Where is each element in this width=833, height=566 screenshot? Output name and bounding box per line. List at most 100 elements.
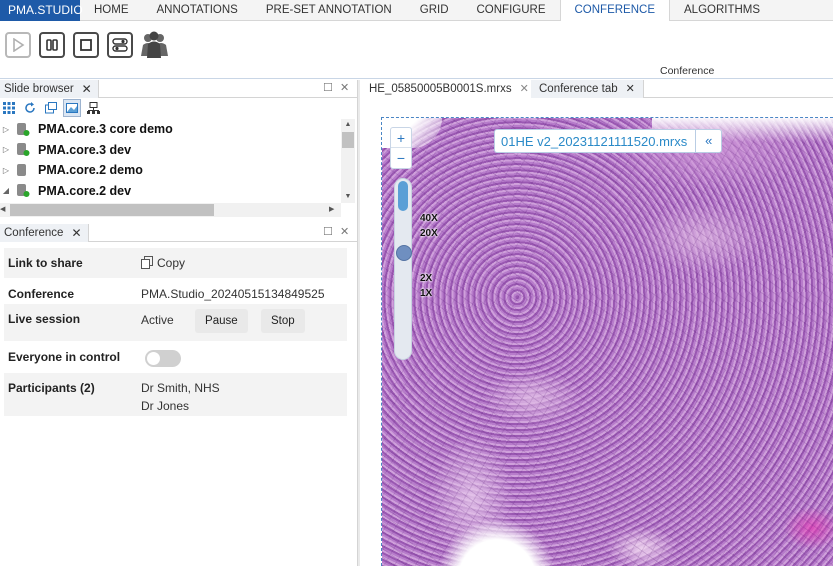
- zoom-level-label[interactable]: 1X: [420, 288, 432, 299]
- tree-item[interactable]: ▷ PMA.core.2 demo: [0, 160, 340, 181]
- tab-label: Conference tab: [539, 83, 618, 95]
- background-region: [437, 518, 557, 566]
- image-view-icon: [66, 103, 78, 113]
- collapse-arrow-icon[interactable]: ◢: [0, 186, 12, 195]
- close-icon[interactable]: ✕: [626, 80, 635, 98]
- collapse-button[interactable]: «: [695, 130, 721, 152]
- scroll-thumb[interactable]: [342, 132, 354, 148]
- close-icon[interactable]: ✕: [340, 225, 349, 238]
- zoom-level-label[interactable]: 20X: [420, 228, 438, 239]
- copy-icon: [141, 256, 153, 269]
- menu-algorithms[interactable]: ALGORITHMS: [670, 0, 774, 21]
- menu-home[interactable]: HOME: [80, 0, 143, 21]
- slide-browser-toolbar: [0, 98, 357, 118]
- pause-button[interactable]: [39, 32, 65, 58]
- menu-grid[interactable]: GRID: [406, 0, 463, 21]
- maximize-icon[interactable]: ☐: [323, 225, 333, 238]
- grid-view-button[interactable]: [0, 99, 18, 117]
- toggle-settings-icon: [112, 38, 128, 52]
- tree-vertical-scrollbar[interactable]: ▲ ▼: [341, 119, 355, 203]
- stop-session-button[interactable]: Stop: [260, 309, 305, 333]
- tree-item[interactable]: ▷ PMA.core.3 core demo: [0, 119, 340, 140]
- tab-label: HE_05850005B0001S.mrxs: [369, 83, 512, 95]
- play-button[interactable]: [5, 32, 31, 58]
- close-icon[interactable]: ✕: [520, 80, 529, 98]
- tree-item[interactable]: ▷ PMA.core.3 dev: [0, 140, 340, 161]
- zoom-slider[interactable]: [394, 178, 412, 360]
- participant-item: Dr Smith, NHS: [141, 381, 220, 395]
- scroll-up-icon[interactable]: ▲: [341, 119, 355, 131]
- slide-name[interactable]: 01HE v2_20231121111520.mrxs: [495, 134, 695, 149]
- participants-icon: [141, 31, 168, 58]
- conference-id: PMA.Studio_20240515134849525: [141, 287, 325, 301]
- pause-session-button[interactable]: Pause: [195, 309, 248, 333]
- zoom-buttons: + −: [390, 127, 412, 169]
- slide-browser-tab[interactable]: Slide browser ✕: [0, 80, 99, 98]
- ribbon-group-caption: Conference: [660, 65, 715, 77]
- live-session-status: Active: [141, 313, 174, 327]
- menu-conference[interactable]: CONFERENCE: [559, 0, 671, 22]
- menu-preset-annotation[interactable]: PRE-SET ANNOTATION: [252, 0, 406, 21]
- database-icon: [17, 184, 30, 198]
- tree-horizontal-scrollbar[interactable]: ◀ ▶: [0, 203, 341, 217]
- panel-splitter[interactable]: [357, 80, 360, 566]
- conference-row: Conference PMA.Studio_20240515134849525: [4, 279, 347, 304]
- tree-item[interactable]: ◢ PMA.core.2 dev: [0, 181, 340, 202]
- network-icon: [86, 102, 100, 114]
- conference-details: Link to share Copy Conference PMA.Studio…: [4, 248, 347, 417]
- copy-link-button[interactable]: Copy: [137, 248, 347, 278]
- link-row: Link to share Copy: [4, 248, 347, 279]
- live-session-label: Live session: [8, 312, 81, 326]
- scroll-right-icon[interactable]: ▶: [329, 203, 339, 217]
- zoom-level-label[interactable]: 40X: [420, 213, 438, 224]
- scroll-down-icon[interactable]: ▼: [341, 191, 355, 203]
- app-brand[interactable]: PMA.STUDIO: [0, 0, 83, 21]
- tab-slide-file[interactable]: HE_05850005B0001S.mrxs ✕: [361, 80, 538, 98]
- slide-viewer[interactable]: + − 40X 20X 2X 1X 01HE v2_20231121111520…: [381, 117, 833, 566]
- zoom-in-button[interactable]: +: [391, 128, 411, 148]
- pause-icon: [46, 39, 58, 51]
- open-window-icon: [45, 102, 57, 114]
- network-button[interactable]: [84, 99, 102, 117]
- tissue-image[interactable]: [382, 118, 833, 566]
- zoom-slider-handle[interactable]: [396, 245, 412, 261]
- expand-arrow-icon[interactable]: ▷: [0, 145, 12, 154]
- grid-icon: [3, 102, 15, 114]
- scroll-thumb[interactable]: [10, 204, 214, 216]
- close-icon[interactable]: ✕: [82, 80, 92, 98]
- close-icon[interactable]: ✕: [340, 81, 349, 94]
- refresh-button[interactable]: [21, 99, 39, 117]
- close-icon[interactable]: ✕: [71, 224, 81, 242]
- scroll-left-icon[interactable]: ◀: [0, 203, 10, 217]
- zoom-out-button[interactable]: −: [391, 148, 411, 168]
- zoom-level-label[interactable]: 2X: [420, 273, 432, 284]
- stop-button[interactable]: [73, 32, 99, 58]
- main-menu-bar: PMA.STUDIO HOME ANNOTATIONS PRE-SET ANNO…: [0, 0, 833, 22]
- tree-item-label: PMA.core.2 demo: [38, 163, 143, 178]
- link-label: Link to share: [8, 256, 83, 270]
- open-window-button[interactable]: [42, 99, 60, 117]
- everyone-control-row: Everyone in control: [4, 342, 347, 373]
- everyone-control-label: Everyone in control: [8, 350, 121, 364]
- toggle-settings-button[interactable]: [107, 32, 133, 58]
- image-view-button[interactable]: [63, 99, 81, 117]
- conference-panel-tab[interactable]: Conference ✕: [0, 224, 89, 242]
- refresh-icon: [25, 102, 35, 113]
- tab-conference[interactable]: Conference tab ✕: [531, 80, 644, 98]
- live-session-controls: Active Pause Stop: [137, 304, 347, 341]
- expand-arrow-icon[interactable]: ▷: [0, 166, 12, 175]
- live-session-row: Live session Active Pause Stop: [4, 304, 347, 342]
- database-icon: [17, 143, 30, 157]
- expand-arrow-icon[interactable]: ▷: [0, 125, 12, 134]
- everyone-control-cell: [141, 342, 347, 372]
- everyone-control-toggle[interactable]: [145, 350, 181, 367]
- copy-label: Copy: [157, 256, 186, 270]
- database-icon: [17, 122, 30, 136]
- maximize-icon[interactable]: ☐: [323, 81, 333, 94]
- menu-configure[interactable]: CONFIGURE: [463, 0, 560, 21]
- menu-annotations[interactable]: ANNOTATIONS: [143, 0, 252, 21]
- participant-item: Dr Jones: [141, 399, 190, 413]
- participants-button[interactable]: [138, 30, 170, 60]
- server-tree: ▷ PMA.core.3 core demo ▷ PMA.core.3 dev …: [0, 119, 340, 203]
- participants-list: Dr Smith, NHS Dr Jones: [137, 373, 347, 416]
